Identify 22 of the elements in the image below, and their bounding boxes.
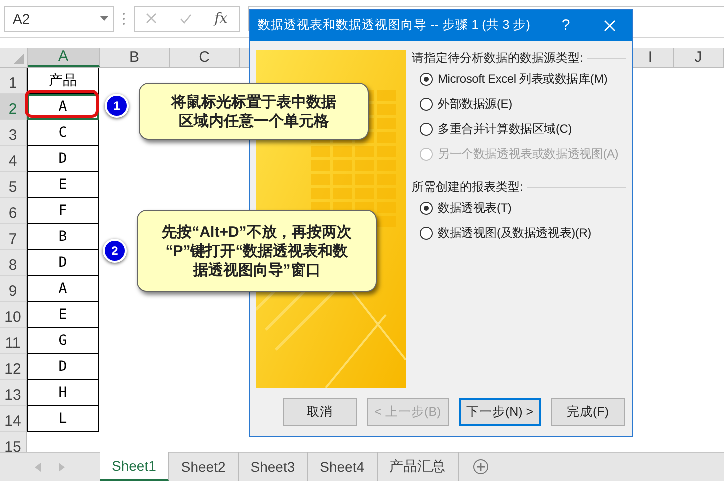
table-cell: E bbox=[27, 302, 99, 328]
table-cell: 产品 bbox=[27, 68, 99, 94]
group-label: 所需创建的报表类型: bbox=[412, 179, 524, 196]
table-cell: D bbox=[27, 250, 99, 276]
table-cell: C bbox=[27, 120, 99, 146]
table-cell: B bbox=[27, 224, 99, 250]
group-label: 请指定待分析数据的数据源类型: bbox=[412, 50, 584, 67]
callout-text: “P”键打开“数据透视表和数 bbox=[166, 242, 348, 260]
table-cell: E bbox=[27, 172, 99, 198]
table-cell: D bbox=[27, 354, 99, 380]
callout-text: 区域内任意一个单元格 bbox=[179, 112, 329, 130]
callout-text: 将鼠标光标置于表中数据 bbox=[172, 92, 336, 112]
table-cell: A bbox=[27, 94, 99, 120]
table-cell: H bbox=[27, 380, 99, 406]
table-cell: G bbox=[27, 328, 99, 354]
callout-text: 据透视图向导”窗口 bbox=[193, 260, 321, 280]
table-cell: L bbox=[27, 406, 99, 432]
table-cell: F bbox=[27, 198, 99, 224]
table-cell: D bbox=[27, 146, 99, 172]
table-cell: A bbox=[27, 276, 99, 302]
callout-text: 先按“Alt+D”不放，再按两次 bbox=[162, 222, 352, 242]
dialog-title: 数据透视表和数据透视图向导 -- 步骤 1 (共 3 步) bbox=[258, 17, 532, 34]
